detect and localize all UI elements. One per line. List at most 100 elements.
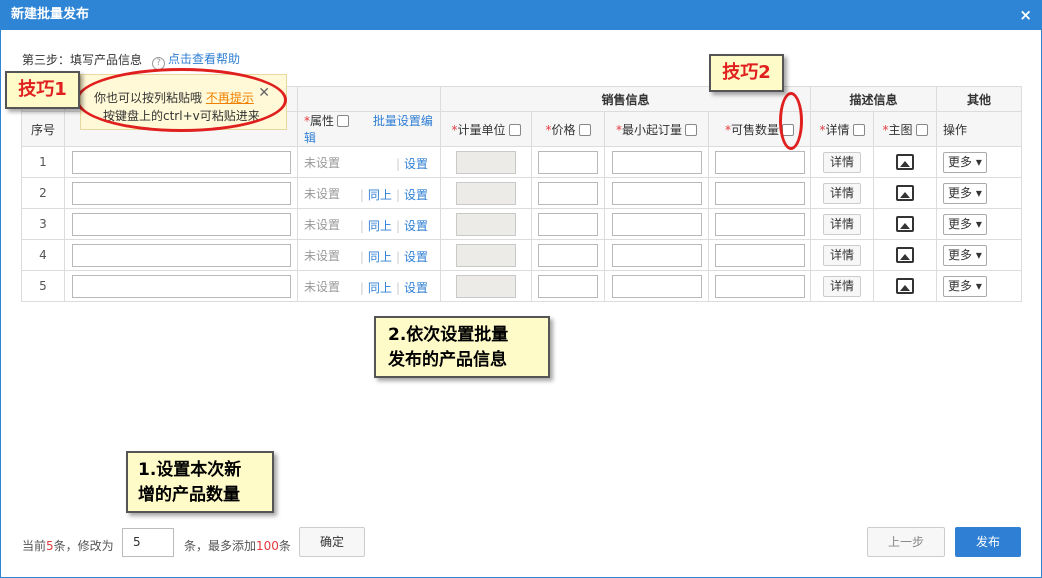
- annotation-tip2: 技巧2: [709, 54, 784, 92]
- table-row: 2 未设置 | 同上 | 设置 详情 更多 ▾: [21, 177, 1023, 209]
- min-order-input[interactable]: [611, 243, 702, 267]
- unset-label: 未设置: [304, 279, 341, 294]
- min-order-cell: [604, 208, 709, 240]
- product-name-cell: [64, 239, 298, 271]
- more-dropdown[interactable]: 更多 ▾: [943, 182, 987, 204]
- detail-button[interactable]: 详情: [823, 182, 862, 204]
- stock-cell: [707, 208, 812, 240]
- same-above-link[interactable]: 同上: [368, 250, 392, 264]
- price-input[interactable]: [538, 243, 598, 267]
- col-detail: *详情: [810, 111, 875, 147]
- same-above-link[interactable]: 同上: [368, 219, 392, 233]
- price-input[interactable]: [538, 212, 598, 236]
- col-attr: *属性 批量设置编辑: [297, 111, 441, 147]
- annotation-note2: 2.依次设置批量 发布的产品信息: [374, 316, 550, 378]
- detail-button[interactable]: 详情: [823, 213, 862, 235]
- price-cell: [531, 239, 605, 271]
- publish-button[interactable]: 发布: [955, 527, 1021, 557]
- min-order-input[interactable]: [611, 150, 702, 174]
- product-name-input[interactable]: [71, 212, 291, 236]
- unit-checkbox[interactable]: [508, 123, 521, 136]
- stock-cell: [707, 146, 812, 178]
- stock-input[interactable]: [714, 150, 805, 174]
- table-row: 4 未设置 | 同上 | 设置 详情 更多 ▾: [21, 239, 1023, 271]
- product-name-input[interactable]: [71, 181, 291, 205]
- current-count-text: 当前5条，修改为: [22, 539, 114, 553]
- price-input[interactable]: [538, 181, 598, 205]
- unit-input[interactable]: [456, 212, 516, 236]
- attr-cell: 未设置 | 同上 | 设置: [297, 177, 441, 209]
- highlight-ellipse-tip2: [779, 92, 803, 150]
- min-order-cell: [604, 177, 709, 209]
- min-order-input[interactable]: [611, 212, 702, 236]
- col-price: *价格: [531, 111, 605, 147]
- help-link[interactable]: ? 点击查看帮助: [152, 50, 240, 70]
- set-link[interactable]: 设置: [404, 188, 428, 202]
- unit-input[interactable]: [456, 243, 516, 267]
- confirm-button[interactable]: 确定: [299, 527, 365, 557]
- stock-input[interactable]: [714, 274, 805, 298]
- op-cell: 更多 ▾: [936, 239, 1023, 271]
- price-checkbox[interactable]: [578, 123, 591, 136]
- unit-input[interactable]: [456, 181, 516, 205]
- set-link[interactable]: 设置: [404, 250, 428, 264]
- price-cell: [531, 146, 605, 178]
- main-img-cell: [873, 208, 938, 240]
- more-dropdown[interactable]: 更多 ▾: [943, 244, 987, 266]
- stock-input[interactable]: [714, 212, 805, 236]
- same-above-link[interactable]: 同上: [368, 188, 392, 202]
- image-upload-icon[interactable]: [896, 278, 915, 294]
- stock-input[interactable]: [714, 181, 805, 205]
- quantity-input[interactable]: 5: [122, 528, 174, 557]
- attr-cell: 未设置 | 同上 | 设置: [297, 239, 441, 271]
- col-index: 序号: [21, 111, 65, 147]
- prev-step-button[interactable]: 上一步: [867, 527, 945, 557]
- same-above-link[interactable]: 同上: [368, 281, 392, 295]
- more-dropdown[interactable]: 更多 ▾: [943, 275, 987, 297]
- min-order-cell: [604, 146, 709, 178]
- min-order-checkbox[interactable]: [685, 123, 697, 136]
- detail-cell: 详情: [810, 146, 875, 178]
- more-dropdown[interactable]: 更多 ▾: [943, 213, 987, 235]
- main-img-cell: [873, 177, 938, 209]
- price-input[interactable]: [538, 150, 598, 174]
- price-input[interactable]: [538, 274, 598, 298]
- unset-label: 未设置: [304, 248, 341, 263]
- image-upload-icon[interactable]: [896, 216, 915, 232]
- detail-button[interactable]: 详情: [823, 151, 862, 173]
- table-row: 3 未设置 | 同上 | 设置 详情 更多 ▾: [21, 208, 1023, 240]
- product-name-cell: [64, 208, 298, 240]
- detail-button[interactable]: 详情: [823, 275, 862, 297]
- product-name-input[interactable]: [71, 274, 291, 298]
- unit-input[interactable]: [456, 274, 516, 298]
- unit-input[interactable]: [456, 150, 516, 174]
- detail-cell: 详情: [810, 239, 875, 271]
- row-index: 2: [21, 177, 65, 209]
- stock-cell: [707, 239, 812, 271]
- attr-cell: 未设置 | 同上 | 设置: [297, 208, 441, 240]
- stock-input[interactable]: [714, 243, 805, 267]
- close-icon[interactable]: ×: [1019, 0, 1032, 30]
- main-img-cell: [873, 270, 938, 302]
- image-upload-icon[interactable]: [896, 185, 915, 201]
- image-upload-icon[interactable]: [896, 154, 915, 170]
- set-link[interactable]: 设置: [404, 157, 428, 171]
- row-index: 4: [21, 239, 65, 271]
- main-img-checkbox[interactable]: [915, 123, 928, 136]
- dialog-titlebar: 新建批量发布 ×: [0, 0, 1042, 30]
- image-upload-icon[interactable]: [896, 247, 915, 263]
- col-min-order: *最小起订量: [604, 111, 709, 147]
- min-order-input[interactable]: [611, 181, 702, 205]
- product-name-input[interactable]: [71, 243, 291, 267]
- detail-checkbox[interactable]: [852, 123, 865, 136]
- product-name-input[interactable]: [71, 150, 291, 174]
- col-op: 操作: [936, 111, 1023, 147]
- step-title: 第三步：填写产品信息: [22, 53, 143, 67]
- detail-button[interactable]: 详情: [823, 244, 862, 266]
- set-link[interactable]: 设置: [404, 219, 428, 233]
- min-order-input[interactable]: [611, 274, 702, 298]
- set-link[interactable]: 设置: [404, 281, 428, 295]
- more-dropdown[interactable]: 更多 ▾: [943, 151, 987, 173]
- attr-checkbox[interactable]: [337, 115, 350, 127]
- price-cell: [531, 270, 605, 302]
